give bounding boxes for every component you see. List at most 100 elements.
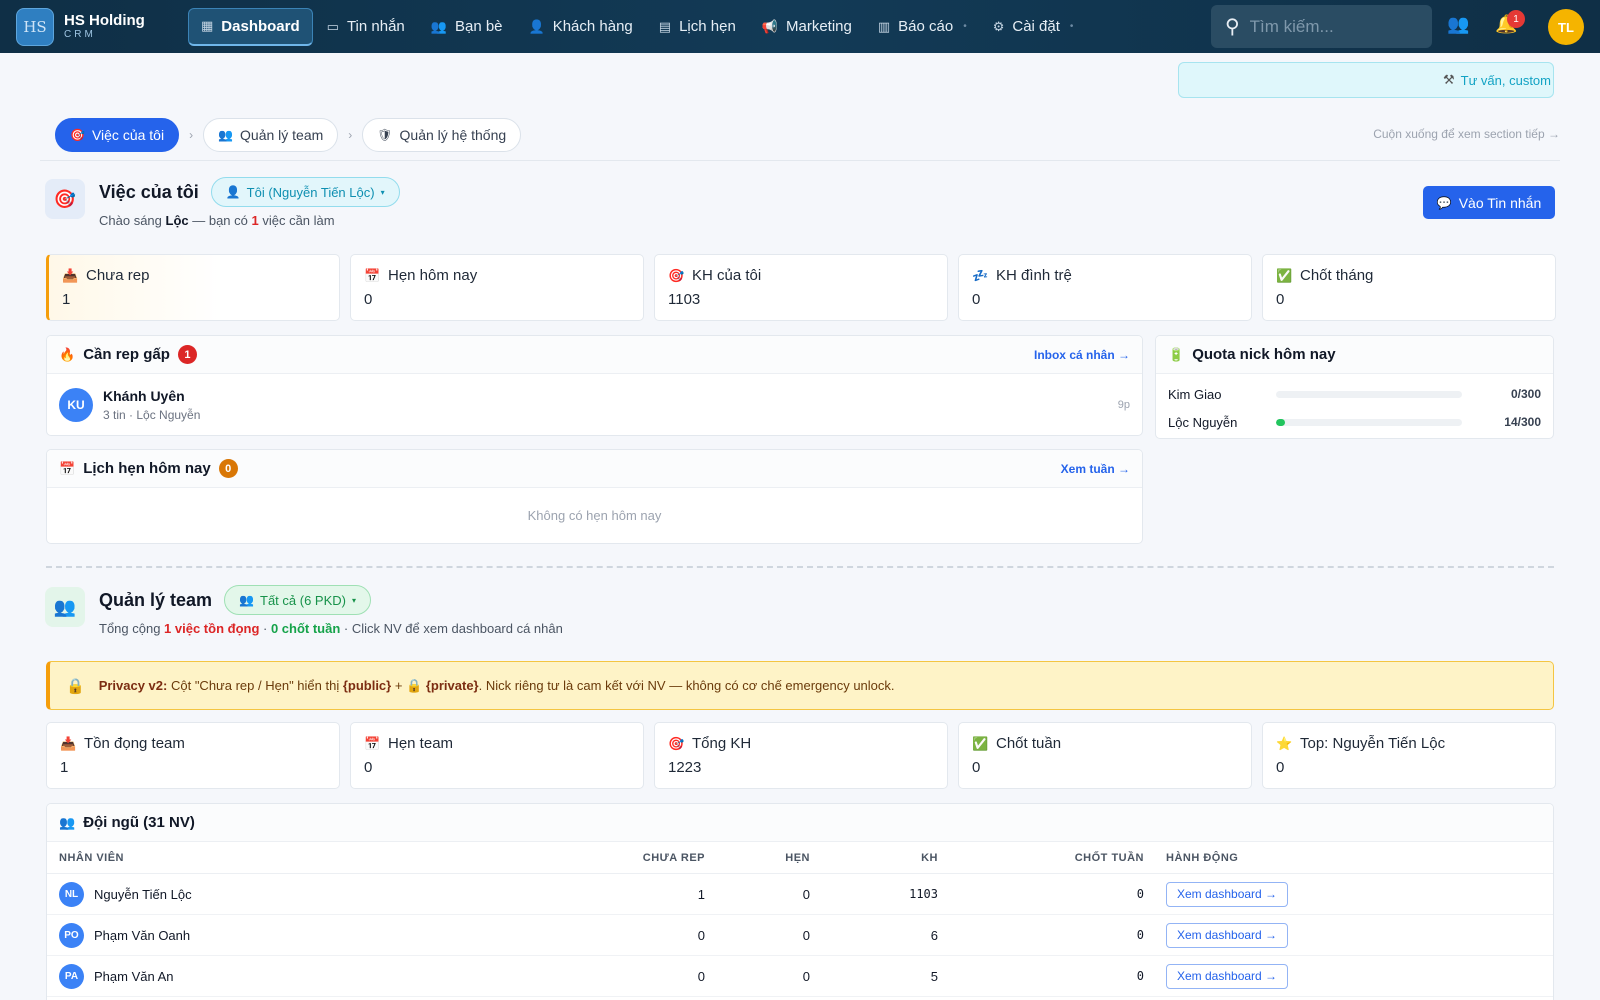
section-title: Quản lý team <box>99 589 213 610</box>
friends-icon: 👥 <box>430 18 447 34</box>
avatar: PA <box>59 963 84 989</box>
message-icon: ▭ <box>326 18 339 34</box>
stat-card[interactable]: 🎯 Tổng KH 1223 <box>654 722 948 789</box>
stat-card[interactable]: 📅 Hẹn team 0 <box>350 722 644 789</box>
calendar-icon: ▤ <box>658 18 672 34</box>
view-dashboard-button[interactable]: Xem dashboard → <box>1166 881 1289 907</box>
search-box[interactable]: ⚲ <box>1211 5 1432 48</box>
team-icon: 👥 <box>59 814 76 830</box>
check-icon: ✅ <box>1276 267 1293 283</box>
nav-friends[interactable]: 👥 Bạn bè <box>419 8 515 46</box>
nav-marketing[interactable]: 📢 Marketing <box>750 8 864 46</box>
quota-row: Lộc Nguyễn 14/300 <box>1168 414 1541 430</box>
count-badge: 1 <box>177 345 197 364</box>
target-icon: 🎯 <box>668 735 685 751</box>
dashboard-icon: ▦ <box>201 18 214 33</box>
star-icon: ⭐ <box>1276 735 1293 751</box>
stat-card[interactable]: 📥 Tồn đọng team 1 <box>46 722 340 789</box>
gear-icon: ⚙ <box>992 18 1005 34</box>
quota-panel: 🔋 Quota nick hôm nay Kim Giao 0/300 Lộc N… <box>1155 335 1554 439</box>
table-row[interactable]: PA Phạm Văn An 0 0 5 0 Xem dashboard → <box>47 956 1553 997</box>
go-to-messages-button[interactable]: 💬 Vào Tin nhắn <box>1423 186 1555 219</box>
chevron-right-icon: › <box>348 128 353 142</box>
scope-selector[interactable]: 👥 Tất cả (6 PKD) ▾ <box>224 585 371 615</box>
target-icon: 🎯 <box>668 267 685 283</box>
pill-team[interactable]: 👥 Quản lý team <box>203 118 339 152</box>
scope-selector[interactable]: 👤 Tôi (Nguyễn Tiến Lộc) ▾ <box>210 177 400 207</box>
stat-card[interactable]: 💤 KH đình trệ 0 <box>958 254 1252 321</box>
nav-settings[interactable]: ⚙ Cài đặt <box>981 8 1072 46</box>
table-header: NHÂN VIÊN CHƯA REP HẸN KH CHỐT TUẦN HÀNH… <box>47 842 1553 874</box>
quota-row: Kim Giao 0/300 <box>1168 386 1541 402</box>
top-navbar: HS HS Holding CRM ▦ Dashboard ▭ Tin nhắn 👥… <box>0 0 1600 53</box>
week-link[interactable]: Xem tuần → <box>1061 462 1130 476</box>
brand[interactable]: HS HS Holding CRM <box>16 7 166 46</box>
nav-appointments[interactable]: ▤ Lịch hẹn <box>647 8 748 46</box>
tools-icon: ⚒ <box>1443 72 1455 87</box>
team-summary: Tổng cộng 1 việc tồn đọng · 0 chốt tuần … <box>99 621 563 636</box>
calendar-icon: 📅 <box>364 267 381 283</box>
notification-badge: 1 <box>1507 10 1525 28</box>
stat-card[interactable]: ⭐ Top: Nguyễn Tiến Lộc 0 <box>1262 722 1556 789</box>
chat-icon: 💬 <box>1436 195 1452 210</box>
avatar: KU <box>59 388 93 422</box>
megaphone-icon: 📢 <box>761 18 778 34</box>
avatar: PO <box>59 922 84 948</box>
fire-icon: 🔥 <box>59 346 76 362</box>
report-icon: ▥ <box>877 18 891 34</box>
customer-icon: 👤 <box>528 18 545 34</box>
brand-subtitle: CRM <box>64 29 96 40</box>
divider <box>40 160 1560 161</box>
nav-dropdown-dot: • <box>1069 21 1074 32</box>
announcement-ticker: ⚒ Tư vấn, custom <box>1178 62 1554 98</box>
inbox-link[interactable]: Inbox cá nhân → <box>1034 348 1130 362</box>
appointments-panel: 📅 Lịch hẹn hôm nay 0 Xem tuần → Không có … <box>46 449 1143 544</box>
chevron-down-icon: ▾ <box>351 595 356 605</box>
main-nav: ▦ Dashboard ▭ Tin nhắn 👥 Bạn bè 👤 Khách hàng… <box>188 0 1087 53</box>
avatar: NL <box>59 881 84 907</box>
chevron-down-icon: ▾ <box>380 187 385 197</box>
stat-card[interactable]: ✅ Chốt tuần 0 <box>958 722 1252 789</box>
greeting: Chào sáng Lộc — bạn có 1 việc cần làm <box>99 213 335 228</box>
user-avatar[interactable]: TL <box>1548 9 1584 45</box>
section-divider <box>46 566 1554 568</box>
stat-card[interactable]: 📥 Chưa rep 1 <box>46 254 340 321</box>
view-dashboard-button[interactable]: Xem dashboard → <box>1166 963 1289 989</box>
brand-logo: HS <box>16 7 54 46</box>
empty-state: Không có hẹn hôm nay <box>527 508 662 523</box>
list-item[interactable]: KU Khánh Uyên 3 tin · Lộc Nguyễn 9p <box>47 374 1142 435</box>
progress-bar <box>1276 390 1462 398</box>
pill-system[interactable]: 🛡 Quản lý hệ thống <box>362 118 522 152</box>
privacy-banner: 🔒 Privacy v2: Cột "Chưa rep / Hẹn" hiển … <box>46 661 1554 710</box>
nav-reports[interactable]: ▥ Báo cáo <box>866 8 965 46</box>
nav-dropdown-dot: • <box>963 21 967 32</box>
pill-my-work[interactable]: 🎯 Việc của tôi <box>55 118 180 152</box>
lock-icon: 🔒 <box>66 677 85 695</box>
calendar-icon: 📅 <box>59 460 76 476</box>
nav-dashboard[interactable]: ▦ Dashboard <box>188 7 313 46</box>
view-dashboard-button[interactable]: Xem dashboard → <box>1166 922 1289 948</box>
team-icon: 👥 <box>239 593 254 607</box>
team-header: 👥 Quản lý team 👥 Tất cả (6 PKD) ▾ Tổng cộn… <box>45 585 563 636</box>
stat-card[interactable]: 🎯 KH của tôi 1103 <box>654 254 948 321</box>
urgent-panel: 🔥 Cần rep gấp 1 Inbox cá nhân → KU Khánh … <box>46 335 1143 436</box>
section-title: Việc của tôi <box>99 181 199 202</box>
stat-card[interactable]: 📅 Hẹn hôm nay 0 <box>350 254 644 321</box>
contacts-icon[interactable]: 👥 <box>1447 14 1469 35</box>
table-row[interactable]: NL Nguyễn Tiến Lộc 1 0 1103 0 Xem dashboa… <box>47 874 1553 915</box>
user-icon: 👤 <box>225 185 241 199</box>
nav-messages[interactable]: ▭ Tin nhắn <box>315 8 417 46</box>
table-row[interactable]: PO Phạm Văn Oanh 0 0 6 0 Xem dashboard → <box>47 915 1553 956</box>
inbox-icon: 📥 <box>62 267 79 283</box>
team-icon: 👥 <box>218 128 234 142</box>
nav-customers[interactable]: 👤 Khách hàng <box>517 8 645 46</box>
roster-panel: 👥 Đội ngũ (31 NV) NHÂN VIÊN CHƯA REP HẸN … <box>46 803 1554 1000</box>
section-pills: 🎯 Việc của tôi › 👥 Quản lý team › 🛡 Quản lý… <box>55 118 522 152</box>
calendar-icon: 📅 <box>364 735 381 751</box>
stat-card[interactable]: ✅ Chốt tháng 0 <box>1262 254 1556 321</box>
my-stats: 📥 Chưa rep 1 📅 Hẹn hôm nay 0 🎯 KH của tôi 1103… <box>46 254 1556 321</box>
search-input[interactable] <box>1249 16 1410 37</box>
search-icon: ⚲ <box>1225 16 1240 38</box>
timestamp: 9p <box>1117 399 1130 411</box>
brand-name: HS Holding <box>64 12 145 29</box>
